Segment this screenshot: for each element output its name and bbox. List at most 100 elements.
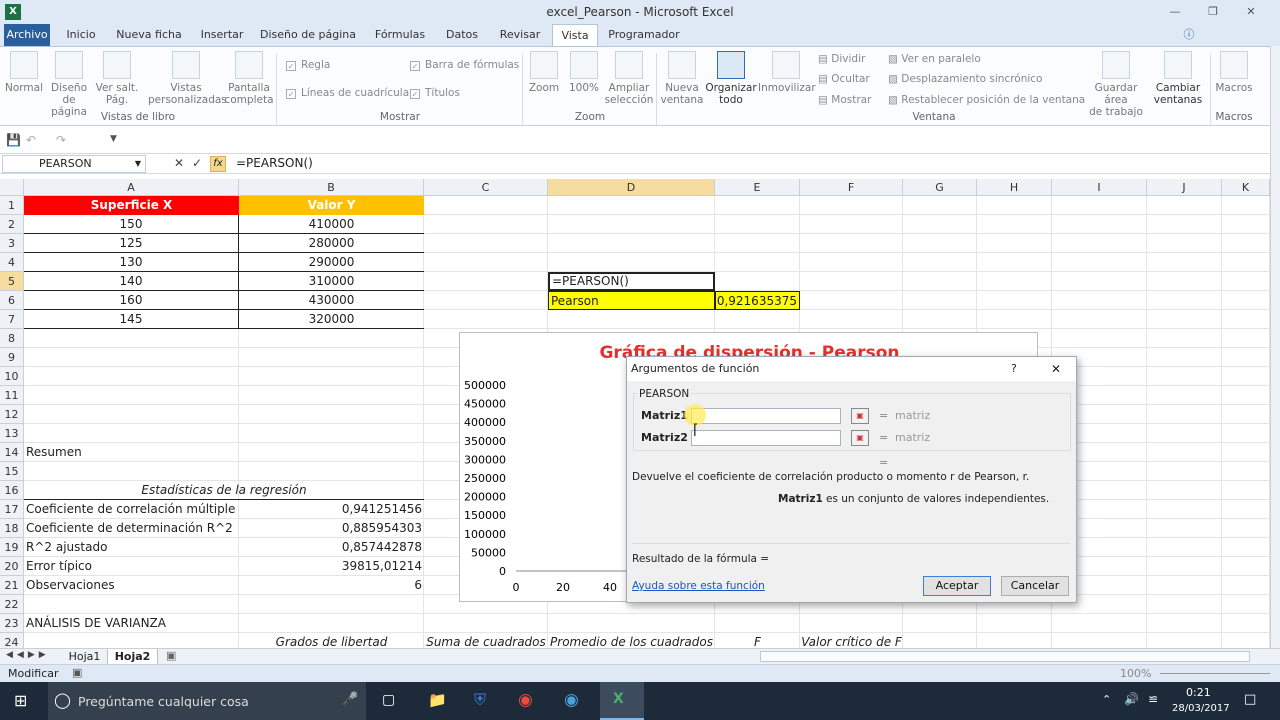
column-header-g[interactable]: G — [903, 179, 977, 196]
help-icon[interactable]: ? — [1011, 357, 1017, 381]
zoom-level[interactable]: 100% — [1120, 666, 1151, 682]
freeze-panes-button[interactable]: Inmovilizar — [758, 51, 816, 94]
file-explorer-icon[interactable]: 📁 — [428, 691, 447, 709]
table-cell-x[interactable]: 150 — [24, 215, 239, 234]
column-header-j[interactable]: J — [1147, 179, 1222, 196]
row-header-15[interactable]: 15 — [0, 462, 24, 481]
task-view-icon[interactable]: ▢ — [382, 692, 395, 708]
sheet-tab-hoja1[interactable]: Hoja1 — [62, 649, 108, 664]
cancel-icon[interactable]: ✕ — [174, 156, 184, 170]
minimize-icon[interactable]: — — [1160, 0, 1190, 24]
save-icon[interactable]: 💾 — [6, 133, 21, 147]
reset-position-button[interactable]: ▧ Restablecer posición de la ventana — [888, 94, 1085, 106]
column-header-c[interactable]: C — [424, 179, 548, 196]
tab-revisar[interactable]: Revisar — [494, 24, 546, 46]
tab-archivo[interactable]: Archivo — [4, 24, 50, 46]
table-cell-x[interactable]: 130 — [24, 253, 239, 272]
column-header-i[interactable]: I — [1052, 179, 1147, 196]
column-header-k[interactable]: K — [1222, 179, 1270, 196]
row-header-14[interactable]: 14 — [0, 443, 24, 462]
column-header-d[interactable]: D — [548, 179, 715, 196]
table-cell-y[interactable]: 430000 — [239, 291, 424, 310]
undo-icon[interactable]: ↶ — [26, 133, 36, 147]
tab-programador[interactable]: Programador — [604, 24, 684, 46]
anova-header[interactable]: Grados de libertad — [239, 633, 424, 648]
ruler-checkbox[interactable]: ✓ Regla — [286, 59, 330, 71]
tab-datos[interactable]: Datos — [440, 24, 484, 46]
close-icon[interactable]: ✕ — [1051, 357, 1061, 381]
clock-time[interactable]: 0:21 — [1186, 686, 1211, 699]
save-workspace-button[interactable]: Guardar área de trabajo — [1082, 51, 1150, 118]
stat-value[interactable]: 39815,01214 — [239, 557, 424, 576]
horizontal-scrollbar[interactable] — [760, 651, 1250, 662]
close-icon[interactable]: ✕ — [1236, 0, 1266, 24]
macros-button[interactable]: Macros — [1214, 51, 1254, 94]
row-header-22[interactable]: 22 — [0, 595, 24, 614]
row-header-21[interactable]: 21 — [0, 576, 24, 595]
zoom-button[interactable]: Zoom — [526, 51, 562, 94]
collapse-dialog-icon[interactable]: ▣ — [851, 408, 869, 424]
stat-value[interactable]: 0,857442878 — [239, 538, 424, 557]
full-screen-button[interactable]: Pantalla completa — [224, 51, 274, 106]
row-header-9[interactable]: 9 — [0, 348, 24, 367]
column-header-b[interactable]: B — [239, 179, 424, 196]
switch-windows-button[interactable]: Cambiar ventanas — [1150, 51, 1206, 106]
row-header-20[interactable]: 20 — [0, 557, 24, 576]
row-header-16[interactable]: 16 — [0, 481, 24, 500]
anova-title[interactable]: ANÁLISIS DE VARIANZA — [24, 614, 239, 633]
anova-header[interactable]: Suma de cuadrados — [424, 633, 548, 648]
insert-function-icon[interactable]: fx — [210, 156, 226, 172]
column-header-f[interactable]: F — [800, 179, 903, 196]
sheet-nav-icon[interactable]: ◀◀▶▶ — [6, 650, 50, 660]
cell-a1-header[interactable]: Superficie X — [24, 196, 239, 215]
row-header-24[interactable]: 24 — [0, 633, 24, 648]
zoom-slider[interactable] — [1160, 673, 1270, 674]
row-header-23[interactable]: 23 — [0, 614, 24, 633]
table-cell-x[interactable]: 145 — [24, 310, 239, 329]
table-cell-y[interactable]: 320000 — [239, 310, 424, 329]
table-cell-x[interactable]: 160 — [24, 291, 239, 310]
zoom-selection-button[interactable]: Ampliar selección — [604, 51, 654, 106]
arrange-all-button[interactable]: Organizar todo — [704, 51, 758, 106]
ok-button[interactable]: Aceptar — [923, 576, 991, 596]
table-cell-y[interactable]: 410000 — [239, 215, 424, 234]
anova-header[interactable]: Promedio de los cuadrados — [548, 633, 715, 648]
anova-header[interactable]: F — [715, 633, 800, 648]
tab-inicio[interactable]: Inicio — [60, 24, 102, 46]
row-header-19[interactable]: 19 — [0, 538, 24, 557]
column-header-h[interactable]: H — [977, 179, 1052, 196]
chrome-icon[interactable]: ◉ — [518, 690, 533, 710]
chevron-up-icon[interactable]: ⌃ — [1102, 693, 1111, 706]
row-header-7[interactable]: 7 — [0, 310, 24, 329]
table-cell-y[interactable]: 290000 — [239, 253, 424, 272]
customize-qat-icon[interactable]: ▼ — [110, 134, 117, 144]
column-header-e[interactable]: E — [715, 179, 800, 196]
excel-taskbar-button[interactable]: X — [600, 682, 644, 720]
redo-icon[interactable]: ↷ — [56, 133, 66, 147]
select-all-corner[interactable] — [0, 179, 24, 196]
row-header-8[interactable]: 8 — [0, 329, 24, 348]
matriz2-input[interactable] — [691, 430, 841, 446]
cell-e6-value[interactable]: 0,921635375 — [715, 291, 800, 310]
sheet-tab-hoja2[interactable]: Hoja2 — [108, 649, 158, 664]
formula-input[interactable]: =PEARSON() — [236, 156, 313, 170]
notifications-icon[interactable]: □ — [1244, 692, 1256, 707]
network-icon[interactable]: ≌ — [1148, 692, 1158, 706]
browser-icon[interactable]: ◉ — [564, 690, 579, 710]
page-layout-button[interactable]: Diseño de página — [46, 51, 92, 118]
row-header-10[interactable]: 10 — [0, 367, 24, 386]
side-by-side-button[interactable]: ▧ Ver en paralelo — [888, 53, 981, 65]
volume-icon[interactable]: 🔊 — [1124, 692, 1139, 706]
row-header-12[interactable]: 12 — [0, 405, 24, 424]
help-icon[interactable]: ⓘ — [1180, 24, 1198, 46]
tab-formulas[interactable]: Fórmulas — [368, 24, 432, 46]
new-window-button[interactable]: Nueva ventana — [660, 51, 704, 106]
clock-date[interactable]: 28/03/2017 — [1172, 703, 1230, 714]
row-header-11[interactable]: 11 — [0, 386, 24, 405]
cancel-button[interactable]: Cancelar — [1001, 576, 1069, 596]
custom-views-button[interactable]: Vistas personalizadas — [148, 51, 227, 106]
defender-icon[interactable]: ⛨ — [474, 690, 486, 710]
search-box[interactable]: ◯ Pregúntame cualquier cosa 🎤 — [48, 682, 366, 720]
sync-scroll-button[interactable]: ▧ Desplazamiento sincrónico — [888, 73, 1042, 85]
stat-value[interactable]: 0,941251456 — [239, 500, 424, 519]
